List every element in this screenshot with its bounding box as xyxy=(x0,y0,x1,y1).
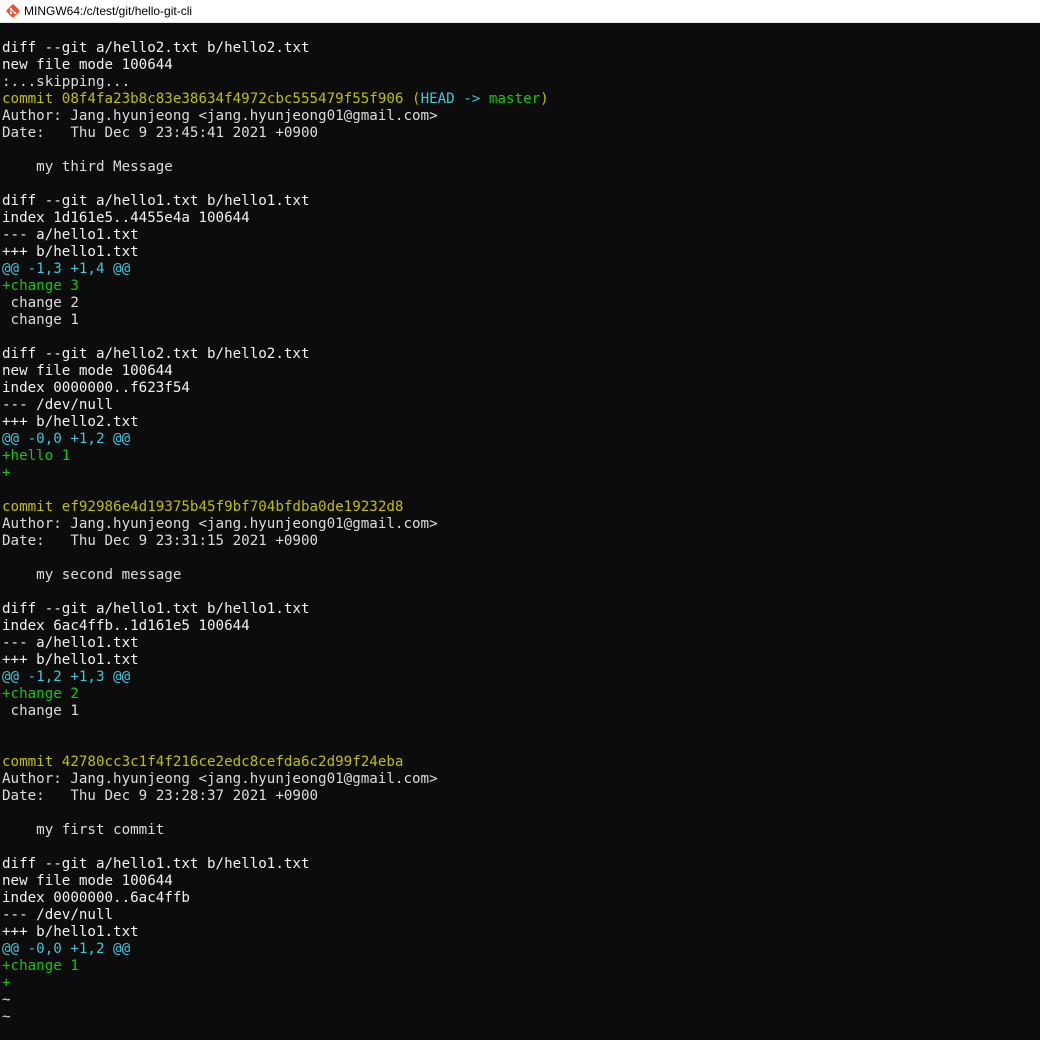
title-bar[interactable]: MINGW64:/c/test/git/hello-git-cli xyxy=(0,0,1040,23)
terminal-line: +++ b/hello1.txt xyxy=(2,652,139,668)
terminal-line: diff --git a/hello1.txt b/hello1.txt xyxy=(2,601,310,617)
terminal-line: my third Message xyxy=(2,159,173,175)
commit-hash: commit 08f4fa23b8c83e38634f4972cbc555479… xyxy=(2,91,404,107)
window-title: MINGW64:/c/test/git/hello-git-cli xyxy=(24,4,193,18)
terminal-line: Date: Thu Dec 9 23:28:37 2021 +0900 xyxy=(2,788,319,804)
terminal-line: diff --git a/hello2.txt b/hello2.txt xyxy=(2,346,310,362)
terminal-line: --- a/hello1.txt xyxy=(2,227,139,243)
terminal-line: +hello 1 xyxy=(2,448,71,464)
terminal-line: diff --git a/hello1.txt b/hello1.txt xyxy=(2,856,310,872)
terminal-line: change 1 xyxy=(2,312,79,328)
terminal-line: Author: Jang.hyunjeong <jang.hyunjeong01… xyxy=(2,516,438,532)
terminal-line: Date: Thu Dec 9 23:45:41 2021 +0900 xyxy=(2,125,319,141)
terminal-line: @@ -1,3 +1,4 @@ xyxy=(2,261,131,277)
terminal-line: my first commit xyxy=(2,822,165,838)
terminal-line: ~ xyxy=(2,992,11,1008)
terminal-line: change 1 xyxy=(2,703,79,719)
terminal-line: new file mode 100644 xyxy=(2,873,173,889)
terminal-line: +++ b/hello1.txt xyxy=(2,924,139,940)
branch-ref: master xyxy=(480,91,541,107)
terminal-line: diff --git a/hello2.txt b/hello2.txt xyxy=(2,40,310,56)
ref-open-paren: ( xyxy=(403,91,421,107)
terminal-window: MINGW64:/c/test/git/hello-git-cli diff -… xyxy=(0,0,1040,1040)
terminal-line: index 1d161e5..4455e4a 100644 xyxy=(2,210,250,226)
head-ref: HEAD -> xyxy=(420,91,481,107)
terminal-line: new file mode 100644 xyxy=(2,363,173,379)
terminal-line: --- /dev/null xyxy=(2,397,114,413)
terminal-line: @@ -0,0 +1,2 @@ xyxy=(2,431,131,447)
terminal-line: my second message xyxy=(2,567,182,583)
ref-close-paren: ) xyxy=(540,91,549,107)
terminal-line: + xyxy=(2,465,11,481)
terminal-line: + xyxy=(2,975,11,991)
terminal-line: Date: Thu Dec 9 23:31:15 2021 +0900 xyxy=(2,533,319,549)
terminal-line: --- /dev/null xyxy=(2,907,114,923)
terminal-line: commit 42780cc3c1f4f216ce2edc8cefda6c2d9… xyxy=(2,754,404,770)
terminal-line: ~ xyxy=(2,1009,11,1025)
terminal-line: +change 2 xyxy=(2,686,79,702)
terminal-line: commit 08f4fa23b8c83e38634f4972cbc555479… xyxy=(2,91,1038,108)
terminal-line: index 0000000..f623f54 xyxy=(2,380,190,396)
terminal-line: +++ b/hello2.txt xyxy=(2,414,139,430)
terminal-line: index 6ac4ffb..1d161e5 100644 xyxy=(2,618,250,634)
terminal-line: @@ -0,0 +1,2 @@ xyxy=(2,941,131,957)
terminal-line: +change 1 xyxy=(2,958,79,974)
terminal-line: diff --git a/hello1.txt b/hello1.txt xyxy=(2,193,310,209)
terminal-line: +++ b/hello1.txt xyxy=(2,244,139,260)
terminal-line: index 0000000..6ac4ffb xyxy=(2,890,190,906)
terminal-line: Author: Jang.hyunjeong <jang.hyunjeong01… xyxy=(2,771,438,787)
terminal-output[interactable]: diff --git a/hello2.txt b/hello2.txt new … xyxy=(2,40,1038,1038)
terminal-line: Author: Jang.hyunjeong <jang.hyunjeong01… xyxy=(2,108,438,124)
git-bash-icon xyxy=(6,4,20,18)
terminal-line: new file mode 100644 xyxy=(2,57,173,73)
terminal-line: @@ -1,2 +1,3 @@ xyxy=(2,669,131,685)
terminal-line: change 2 xyxy=(2,295,79,311)
terminal-line: :...skipping... xyxy=(2,74,131,90)
terminal-line: commit ef92986e4d19375b45f9bf704bfdba0de… xyxy=(2,499,404,515)
terminal-line: --- a/hello1.txt xyxy=(2,635,139,651)
terminal-line: +change 3 xyxy=(2,278,79,294)
